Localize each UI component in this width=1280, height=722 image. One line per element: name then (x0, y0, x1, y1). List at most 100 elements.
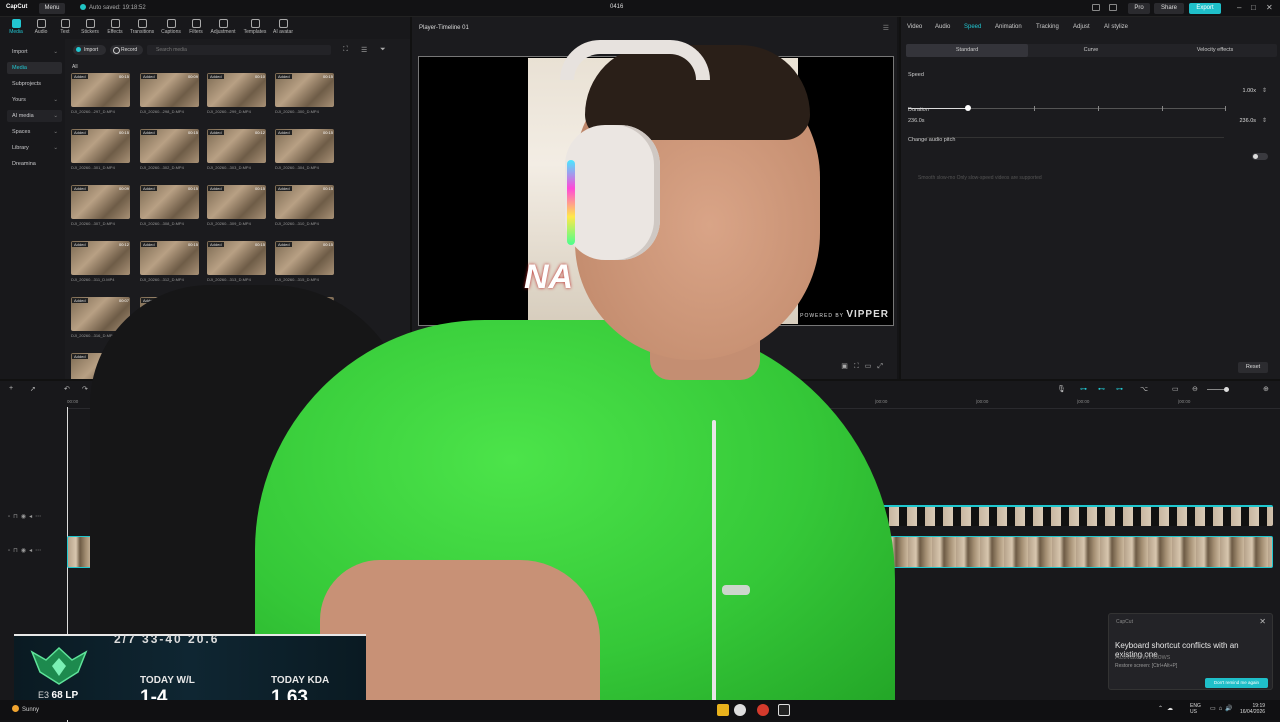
search-input[interactable]: Search media (147, 45, 331, 55)
tool-audio[interactable]: Audio (28, 19, 54, 35)
more-icon[interactable]: ⋯ (35, 548, 44, 554)
crop-icon[interactable]: ▣ (841, 363, 854, 370)
duration-end[interactable]: 236.0s (1232, 118, 1256, 124)
dont-remind-button[interactable]: Don't remind me again (1205, 678, 1268, 688)
tool-media[interactable]: Media (3, 19, 29, 35)
file-explorer-icon[interactable] (717, 704, 729, 716)
tab-animation[interactable]: Animation (995, 24, 1022, 30)
link-icon[interactable]: ⊷ (1098, 385, 1105, 393)
view-icon[interactable]: ⛶ (343, 46, 348, 54)
sidebar-item-ai-media[interactable]: AI media ⌄ (7, 110, 62, 122)
menu-button[interactable]: Menu (39, 3, 65, 14)
recorder-icon[interactable] (757, 704, 769, 716)
speed-slider[interactable] (908, 105, 1226, 111)
zoom-in-icon[interactable]: ⊕ (1263, 385, 1269, 393)
filter-all-label[interactable]: All (72, 64, 78, 70)
select-icon[interactable]: ➚ (30, 385, 36, 393)
media-thumbnail[interactable]: Added 00:15 (275, 185, 334, 219)
tab-audio[interactable]: Audio (935, 24, 950, 30)
lock-icon[interactable]: ⊓ (13, 514, 21, 520)
tool-effects[interactable]: Effects (102, 19, 128, 35)
export-button[interactable]: Export (1189, 3, 1221, 14)
eye-icon[interactable]: ◉ (21, 548, 29, 554)
sidebar-item-import[interactable]: Import ⌄ (7, 46, 62, 58)
media-thumbnail[interactable]: Added 00:09 (140, 73, 199, 107)
tool-filters[interactable]: Filters (183, 19, 209, 35)
sidebar-item-library[interactable]: Library ⌄ (7, 142, 62, 154)
share-button[interactable]: Share (1154, 3, 1184, 14)
zoom-knob[interactable] (1224, 387, 1229, 392)
media-thumbnail[interactable]: Added 00:15 (207, 241, 266, 275)
tool-templates[interactable]: Templates (242, 19, 268, 35)
undo-icon[interactable]: ↶ (64, 385, 70, 393)
subtab-curve[interactable]: Curve (1030, 44, 1152, 57)
eye-icon[interactable]: ◉ (21, 514, 29, 520)
tool-ai-avatar[interactable]: AI avatar (270, 19, 296, 35)
filter-icon[interactable]: ⏷ (380, 46, 386, 54)
sidebar-item-yours[interactable]: Yours ⌄ (7, 94, 62, 106)
media-thumbnail[interactable]: Added 00:15 (140, 241, 199, 275)
chevron-up-icon[interactable]: ⌃ (1158, 706, 1167, 712)
import-button[interactable]: Import (73, 45, 106, 55)
minimize-icon[interactable]: – (1237, 3, 1241, 12)
media-thumbnail[interactable]: Added 00:12 (71, 241, 130, 275)
maximize-icon[interactable]: □ (1251, 3, 1256, 12)
add-icon[interactable]: + (9, 385, 13, 392)
capcut-taskbar-icon[interactable] (778, 704, 790, 716)
redo-icon[interactable]: ↷ (82, 385, 88, 393)
subtab-velocity-effects[interactable]: Velocity effects (1154, 44, 1276, 57)
player-menu-icon[interactable]: ☰ (883, 24, 889, 32)
sidebar-item-media[interactable]: Media (7, 62, 62, 74)
close-icon[interactable]: ✕ (1259, 617, 1266, 626)
layout-icon[interactable] (1092, 4, 1100, 11)
more-icon[interactable]: ⋯ (35, 514, 44, 520)
microphone-icon[interactable]: 🎙 (1057, 385, 1066, 393)
tab-speed[interactable]: Speed (964, 24, 981, 30)
media-thumbnail[interactable]: Added 00:15 (207, 185, 266, 219)
close-icon[interactable]: ✕ (1266, 3, 1273, 12)
clock[interactable]: 19:19 16/04/2026 (1240, 703, 1265, 715)
media-thumbnail[interactable]: Added 00:15 (71, 73, 130, 107)
tool-stickers[interactable]: Stickers (77, 19, 103, 35)
tab-tracking[interactable]: Tracking (1036, 24, 1059, 30)
caption-icon[interactable]: ▭ (1172, 385, 1179, 393)
preview-axis-icon[interactable]: ⊶ (1116, 385, 1123, 393)
browser-icon[interactable] (734, 704, 746, 716)
media-thumbnail[interactable]: Added 00:15 (275, 241, 334, 275)
shortcut-icon[interactable] (1109, 4, 1117, 11)
reset-button[interactable]: Reset (1238, 362, 1268, 373)
media-thumbnail[interactable]: Added 00:15 (140, 185, 199, 219)
record-button[interactable]: Record (110, 45, 143, 55)
media-thumbnail[interactable]: Added 00:12 (207, 129, 266, 163)
weather-widget[interactable]: Sunny (12, 705, 39, 713)
cloud-icon[interactable]: ☁ (1167, 706, 1177, 712)
project-title[interactable]: 0416 (610, 4, 623, 10)
stepper-icon[interactable]: ⇕ (1262, 87, 1267, 94)
media-thumbnail[interactable]: Added 00:15 (71, 129, 130, 163)
tab-adjust[interactable]: Adjust (1073, 24, 1090, 30)
media-thumbnail[interactable]: Added 00:15 (140, 129, 199, 163)
sidebar-item-spaces[interactable]: Spaces ⌄ (7, 126, 62, 138)
speed-slider-knob[interactable] (965, 105, 972, 111)
media-thumbnail[interactable]: Added 00:10 (207, 73, 266, 107)
pro-button[interactable]: Pro (1128, 3, 1150, 14)
tool-adjustment[interactable]: Adjustment (210, 19, 236, 35)
lock-icon[interactable]: ⊓ (13, 548, 21, 554)
subtab-standard[interactable]: Standard (906, 44, 1028, 57)
split-view-icon[interactable]: ⌥ (1140, 385, 1148, 393)
tab-video[interactable]: Video (907, 24, 922, 30)
tool-captions[interactable]: Captions (158, 19, 184, 35)
language-indicator[interactable]: ENG US (1190, 703, 1201, 715)
media-thumbnail[interactable]: Added 00:09 (71, 185, 130, 219)
battery-icon[interactable]: ▭ (1210, 706, 1219, 712)
fit-icon[interactable]: ⛶ (854, 363, 865, 370)
zoom-slider[interactable] (1207, 387, 1229, 392)
tool-transitions[interactable]: Transitions (129, 19, 155, 35)
pitch-toggle[interactable] (1252, 153, 1268, 160)
media-thumbnail[interactable]: Added 00:15 (275, 129, 334, 163)
volume-icon[interactable]: 🔊 (1225, 706, 1235, 712)
speed-value[interactable]: 1.00x (1236, 88, 1256, 94)
ratio-icon[interactable]: ▭ (865, 363, 878, 370)
zoom-out-icon[interactable]: ⊖ (1192, 385, 1198, 393)
fullscreen-icon[interactable]: ⤢ (877, 363, 889, 370)
